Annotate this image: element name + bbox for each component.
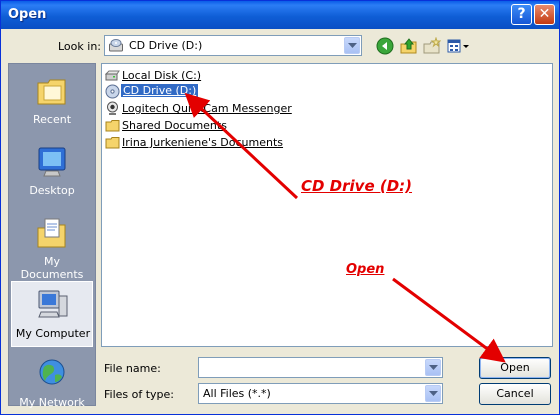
- file-name-label: File name:: [104, 362, 161, 375]
- files-of-type-label: Files of type:: [104, 388, 175, 401]
- chevron-down-icon: [348, 43, 357, 48]
- look-in-dropdown[interactable]: CD Drive (D:): [104, 35, 362, 56]
- place-recent[interactable]: Recent: [11, 68, 93, 134]
- my-documents-icon: [37, 218, 66, 248]
- place-desktop[interactable]: Desktop: [11, 139, 93, 205]
- files-of-type-value: All Files (*.*): [203, 387, 271, 400]
- close-icon: ✕: [538, 6, 551, 22]
- title-bar[interactable]: Open ? ✕: [1, 1, 559, 29]
- place-my-network[interactable]: My Network: [11, 351, 93, 415]
- folder-icon: [105, 137, 120, 149]
- list-item-label: CD Drive (D:): [121, 84, 199, 97]
- cd-drive-icon: [109, 39, 123, 52]
- place-label: Desktop: [29, 184, 75, 197]
- help-icon: ?: [517, 6, 526, 22]
- webcam-icon: [107, 101, 118, 115]
- open-button[interactable]: Open: [479, 357, 551, 379]
- list-item-label: Logitech QuickCam Messenger: [122, 102, 292, 115]
- help-button[interactable]: ?: [511, 4, 532, 25]
- list-item-label: Local Disk (C:): [122, 69, 202, 82]
- up-folder-icon[interactable]: [400, 37, 418, 55]
- open-dialog: Open ? ✕ Look in: CD Drive (D:) Recent D…: [0, 0, 560, 415]
- place-label: My Computer: [15, 327, 91, 340]
- window-title: Open: [8, 7, 47, 22]
- new-folder-icon[interactable]: [423, 37, 441, 55]
- look-in-dropdown-arrow[interactable]: [344, 37, 360, 54]
- look-in-value: CD Drive (D:): [129, 39, 203, 52]
- places-bar: Recent Desktop My Documents My Computer …: [8, 63, 96, 409]
- back-icon[interactable]: [376, 37, 394, 55]
- close-button[interactable]: ✕: [534, 4, 555, 25]
- desktop-icon: [38, 147, 66, 177]
- views-menu-icon[interactable]: [447, 37, 471, 55]
- list-item-label: Shared Documents: [122, 119, 227, 132]
- files-of-type-dropdown-arrow[interactable]: [425, 385, 441, 402]
- hard-disk-icon: [105, 70, 120, 81]
- chevron-down-icon: [429, 391, 438, 396]
- open-annotation-label: Open: [346, 262, 385, 277]
- place-label: Recent: [32, 113, 72, 126]
- list-item-label: Irina Jurkeniene's Documents: [122, 136, 284, 149]
- my-network-icon: [39, 359, 65, 385]
- folder-icon: [105, 120, 120, 132]
- cd-drive-annotation-label: CD Drive (D:): [301, 177, 413, 195]
- place-my-documents[interactable]: My Documents: [11, 210, 93, 281]
- files-of-type-dropdown[interactable]: All Files (*.*): [198, 383, 443, 404]
- place-label: My Network: [19, 396, 85, 409]
- recent-icon: [37, 79, 66, 105]
- file-name-field[interactable]: [198, 357, 443, 378]
- file-name-dropdown-arrow[interactable]: [425, 359, 441, 376]
- place-my-computer[interactable]: My Computer: [11, 281, 93, 347]
- my-computer-icon: [38, 290, 68, 318]
- cd-drive-icon: [105, 84, 120, 99]
- look-in-label: Look in:: [58, 40, 101, 53]
- cancel-button[interactable]: Cancel: [479, 383, 551, 405]
- file-list[interactable]: Local Disk (C:) CD Drive (D:) Logitech Q…: [101, 63, 553, 347]
- chevron-down-icon: [429, 365, 438, 370]
- place-label: My Documents: [20, 255, 84, 281]
